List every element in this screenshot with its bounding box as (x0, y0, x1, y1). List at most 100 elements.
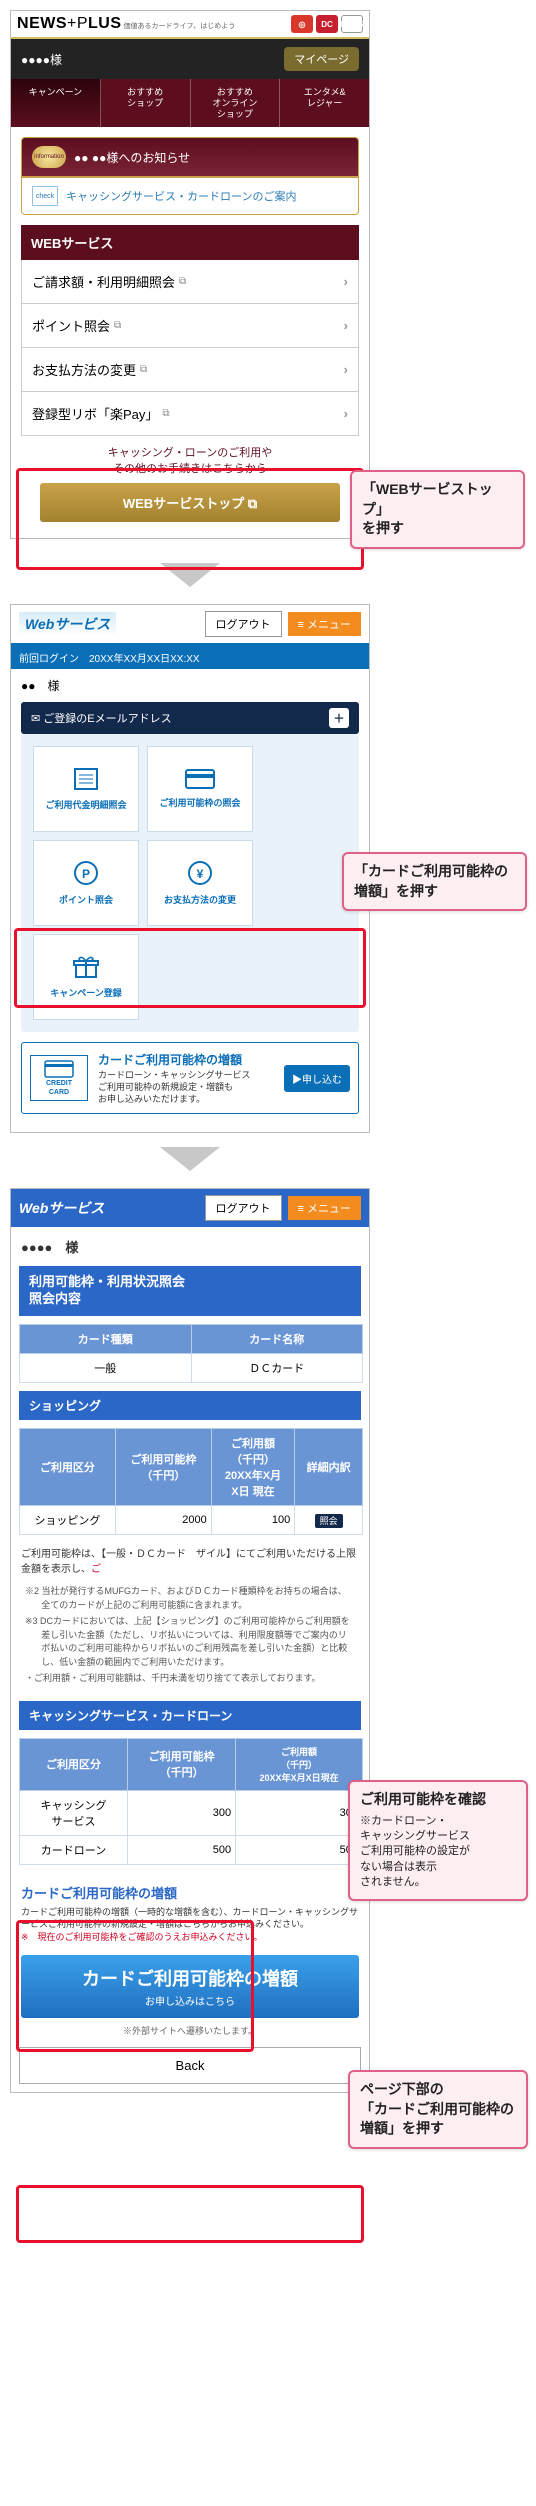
service-note: キャッシング・ローンのご利用や その他のお手続きはこちらから (21, 446, 359, 477)
credit-card-icon: CREDITCARD (30, 1055, 88, 1101)
increase-note: カードご利用可能枠の増額（一時的な増額を含む）、カードローン・キャッシングサービ… (11, 1906, 369, 1950)
highlight-frame (16, 2185, 364, 2243)
callout-1: 「WEBサービストップ」 を押す (350, 470, 525, 549)
table-shopping: ご利用区分 ご利用可能枠 （千円） ご利用額 （千円） 20XX年X月 X日 現… (19, 1428, 363, 1535)
shopping-header: ショッピング (19, 1391, 361, 1420)
notice-box: information ●● ●●様へのお知らせ check キャッシングサービ… (21, 137, 359, 215)
email-label: ご登録のEメールアドレス (43, 710, 171, 726)
row-bill[interactable]: ご請求額・利用明細照会⧉› (21, 260, 359, 304)
check-icon: check (32, 186, 58, 206)
tiles-bg: ご利用代金明細照会 ご利用可能枠の照会 Pポイント照会 ¥お支払方法の変更 キャ… (21, 734, 359, 1032)
svg-text:¥: ¥ (197, 867, 204, 881)
user-name: ●●●●様 (21, 51, 62, 68)
footnotes: ※2 当社が発行するMUFGカード、およびＤＣカード種類枠をお持ちの場合は、全て… (11, 1581, 369, 1693)
apply-button[interactable]: ▶申し込む (284, 1065, 350, 1092)
callout-2: 「カードご利用可能枠の 増額」を押す (342, 852, 527, 911)
cashing-header: キャッシングサービス・カードローン (19, 1701, 361, 1730)
email-bar[interactable]: ✉ ご登録のEメールアドレス ＋ (21, 702, 359, 734)
header: Webサービス ログアウト ≡ メニュー (11, 1189, 369, 1227)
footnote: ※3 DCカードにおいては、上記【ショッピング】のご利用可能枠からご利用額を差し… (25, 1615, 355, 1669)
plus-icon[interactable]: ＋ (329, 708, 349, 728)
tab-ent[interactable]: エンタメ& レジャー (280, 79, 369, 127)
row-pay[interactable]: お支払方法の変更⧉› (21, 348, 359, 392)
tile-paymethod[interactable]: ¥お支払方法の変更 (147, 840, 253, 926)
table-row: 一般ＤＣカード (20, 1354, 363, 1383)
increase-cta-button[interactable]: カードご利用可能枠の増額 お申し込みはこちら (21, 1955, 359, 2018)
detail-button[interactable]: 照会 (315, 1514, 343, 1528)
notice-item[interactable]: check キャッシングサービス・カードローンのご案内 (22, 178, 358, 214)
table-row: ショッピング 2000 100 照会 (20, 1506, 363, 1535)
last-login: 前回ログイン 20XX年XX月XX日XX:XX (11, 646, 369, 669)
tile-grid: ご利用代金明細照会 ご利用可能枠の照会 Pポイント照会 ¥お支払方法の変更 キャ… (23, 736, 357, 1030)
tab-campaign[interactable]: キャンペーン (11, 79, 101, 127)
back-button[interactable]: Back (19, 2047, 361, 2084)
external-note: ※外部サイトへ遷移いたします。 (11, 2024, 369, 2037)
footnote: ・ご利用額・ご利用可能額は、千円未満を切り捨てて表示しております。 (25, 1672, 355, 1686)
table-cashing: ご利用区分 ご利用可能枠 （千円） ご利用額 （千円） 20XX年X月X日現在 … (19, 1738, 363, 1865)
brand-bar: NEWS+PLUS 価値あるカードライフ、はじめよう ◎ DC NicoS (11, 11, 369, 39)
header: Webサービス ログアウト ≡ メニュー (11, 605, 369, 646)
chevron-right-icon: › (344, 406, 348, 421)
nav-tabs: キャンペーン おすすめ ショップ おすすめ オンライン ショップ エンタメ& レ… (11, 79, 369, 127)
external-icon: ⧉ (162, 408, 169, 419)
table-row: カードローン 500 500 (20, 1835, 363, 1864)
footnote: ※2 当社が発行するMUFGカード、およびＤＣカード種類枠をお持ちの場合は、全て… (25, 1585, 355, 1612)
increase-title: カードご利用可能枠の増額 (11, 1873, 369, 1906)
chevron-right-icon: › (344, 318, 348, 333)
chip-dc: DC (316, 15, 338, 33)
callout-3: ご利用可能枠を確認 ※カードローン・ キャッシングサービス ご利用可能枠の設定が… (348, 1780, 528, 1901)
external-icon: ⧉ (179, 276, 186, 287)
menu-button[interactable]: ≡ メニュー (288, 1196, 361, 1220)
chip-nicos: NicoS (341, 15, 363, 33)
notice-link[interactable]: キャッシングサービス・カードローンのご案内 (66, 188, 296, 204)
body-text: ご利用可能枠は、【一般・ＤＣカード ザイル】にてご利用いただける上限金額を表示し… (11, 1543, 369, 1581)
cta-sub: お申し込みはこちら (25, 1993, 355, 2008)
web-service-title: WEBサービス (21, 225, 359, 260)
credit-text: カードご利用可能枠の増額 カードローン・キャッシングサービス ご利用可能枠の新規… (98, 1051, 251, 1105)
down-arrow-icon (10, 1133, 370, 1188)
logo-webservice: Webサービス (19, 1198, 104, 1218)
row-point[interactable]: ポイント照会⧉› (21, 304, 359, 348)
envelope-icon: ✉ (31, 712, 40, 725)
tab-shop[interactable]: おすすめ ショップ (101, 79, 191, 127)
gift-icon (73, 955, 99, 982)
user-bar: ●●●●様 マイページ (11, 39, 369, 79)
callout-4: ページ下部の 「カードご利用可能枠の 増額」を押す (348, 2070, 528, 2149)
mypage-button[interactable]: マイページ (284, 47, 359, 71)
external-icon: ⧉ (140, 364, 147, 375)
screen-newsplus: NEWS+PLUS 価値あるカードライフ、はじめよう ◎ DC NicoS ●●… (10, 10, 370, 539)
down-arrow-icon (10, 549, 370, 604)
screen-webservice: Webサービス ログアウト ≡ メニュー 前回ログイン 20XX年XX月XX日X… (10, 604, 370, 1133)
notice-header: information ●● ●●様へのお知らせ (22, 138, 358, 178)
point-icon: P (73, 860, 99, 889)
logout-button[interactable]: ログアウト (205, 1195, 282, 1221)
table-card-type: カード種類カード名称 一般ＤＣカード (19, 1324, 363, 1383)
menu-button[interactable]: ≡ メニュー (288, 612, 361, 636)
user-name: ●●●● 様 (11, 1227, 369, 1266)
credit-desc: カードローン・キャッシングサービス ご利用可能枠の新規設定・増額も お申し込みい… (98, 1070, 251, 1105)
screen-limit-detail: Webサービス ログアウト ≡ メニュー ●●●● 様 利用可能枠・利用状況照会… (10, 1188, 370, 2093)
notice-title: ●● ●●様へのお知らせ (74, 149, 190, 166)
brand-chips: ◎ DC NicoS (291, 15, 363, 33)
credit-title: カードご利用可能枠の増額 (98, 1051, 251, 1068)
row-rakupay[interactable]: 登録型リボ「楽Pay」⧉› (21, 392, 359, 436)
cta-title: カードご利用可能枠の増額 (25, 1965, 355, 1991)
web-service-top-button[interactable]: WEBサービストップ ⧉ (40, 483, 340, 522)
document-icon (72, 767, 100, 794)
tile-limit[interactable]: ご利用可能枠の照会 (147, 746, 253, 832)
credit-limit-box[interactable]: CREDITCARD カードご利用可能枠の増額 カードローン・キャッシングサービ… (21, 1042, 359, 1114)
chip-icon: ◎ (291, 15, 313, 33)
logout-button[interactable]: ログアウト (205, 611, 282, 637)
tab-online[interactable]: おすすめ オンライン ショップ (191, 79, 281, 127)
yen-icon: ¥ (187, 860, 213, 889)
tile-bill[interactable]: ご利用代金明細照会 (33, 746, 139, 832)
tile-point[interactable]: Pポイント照会 (33, 840, 139, 926)
table-row: キャッシング サービス 300 300 (20, 1790, 363, 1835)
svg-text:P: P (82, 867, 90, 881)
external-icon: ⧉ (114, 320, 121, 331)
card-icon (185, 769, 215, 792)
chevron-right-icon: › (344, 274, 348, 289)
section-title: 利用可能枠・利用状況照会 照会内容 (19, 1266, 361, 1316)
external-icon: ⧉ (248, 496, 257, 511)
tile-campaign[interactable]: キャンペーン登録 (33, 934, 139, 1020)
